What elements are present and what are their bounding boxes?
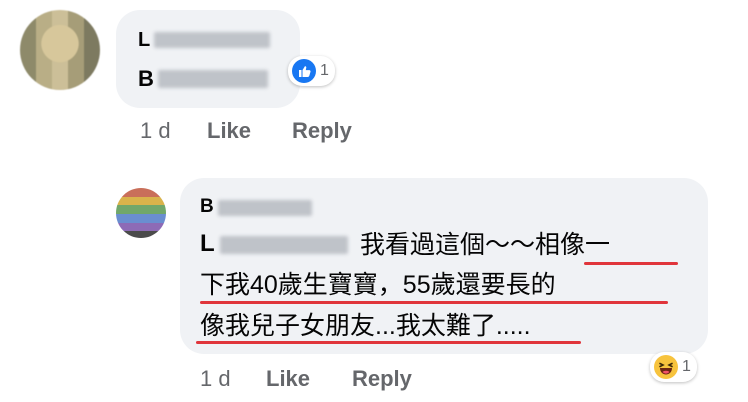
reaction-summary[interactable]: 1 bbox=[650, 352, 697, 382]
comment-timestamp[interactable]: 1 d bbox=[140, 118, 171, 144]
like-button[interactable]: Like bbox=[207, 118, 251, 144]
comment-text-blurred bbox=[158, 70, 268, 88]
reply-author-initial[interactable]: B bbox=[200, 196, 214, 218]
mention-name-blurred[interactable] bbox=[220, 236, 348, 254]
reaction-summary[interactable]: 1 bbox=[288, 56, 335, 86]
reply-author-avatar[interactable] bbox=[116, 188, 166, 238]
like-button[interactable]: Like bbox=[266, 366, 310, 392]
reply-text-line-2: 下我40歲生寶寶，55歲還要長的 bbox=[200, 271, 556, 299]
reply-timestamp[interactable]: 1 d bbox=[200, 366, 231, 392]
reply-button[interactable]: Reply bbox=[352, 366, 412, 392]
reply-bubble: B L 我看過這個～～相像一 下我40歲生寶寶，55歲還要長的 像我兒子女朋友.… bbox=[180, 178, 708, 354]
haha-icon bbox=[654, 355, 678, 379]
comment-author-initial[interactable]: L bbox=[138, 29, 150, 52]
reply-author-name-blurred[interactable] bbox=[218, 200, 312, 216]
red-underline bbox=[200, 301, 668, 304]
commenter-avatar[interactable] bbox=[20, 10, 100, 90]
reply-text-line-1: 我看過這個～～相像一 bbox=[360, 231, 611, 259]
reply-button[interactable]: Reply bbox=[292, 118, 352, 144]
mention-initial[interactable]: L bbox=[200, 230, 215, 258]
reaction-count: 1 bbox=[320, 62, 329, 79]
reply-text-line-3: 像我兒子女朋友...我太難了..... bbox=[200, 312, 531, 340]
comment-author-name-blurred[interactable] bbox=[154, 32, 270, 48]
thumbs-up-icon bbox=[292, 59, 316, 83]
comment-bubble: L B bbox=[116, 10, 300, 108]
red-underline bbox=[196, 341, 581, 344]
reaction-count: 1 bbox=[682, 358, 691, 375]
red-underline bbox=[584, 262, 678, 265]
comment-text-initial: B bbox=[138, 66, 154, 91]
